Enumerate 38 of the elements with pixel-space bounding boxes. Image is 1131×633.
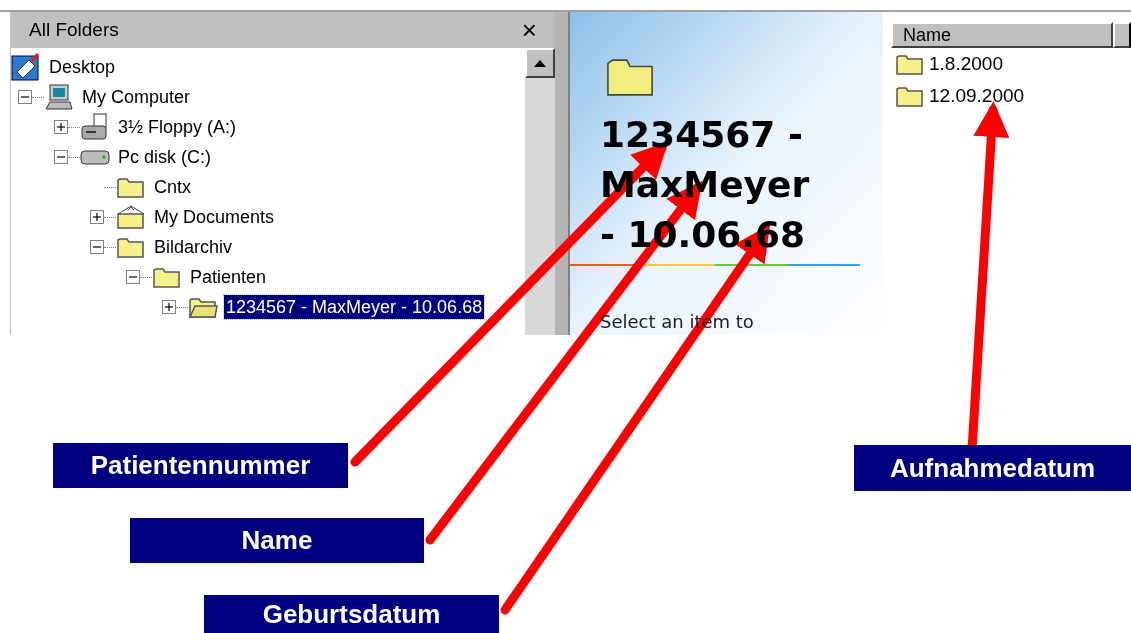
scrollbar[interactable] — [525, 48, 555, 335]
callout-label: Geburtsdatum — [204, 595, 499, 633]
folder-icon — [152, 265, 182, 289]
tree-item[interactable]: My Documents — [152, 205, 277, 229]
column-header[interactable]: Name — [891, 22, 1113, 48]
list-item[interactable]: 1.8.2000 — [929, 49, 1003, 79]
folder-icon — [116, 175, 146, 199]
folder-icon — [116, 235, 146, 259]
folder-icon — [895, 84, 925, 108]
pane-title: All Folders — [29, 17, 119, 42]
collapse-toggle[interactable] — [54, 150, 68, 164]
tree-item[interactable]: 3½ Floppy (A:) — [116, 115, 239, 139]
tree-item[interactable]: My Computer — [80, 85, 193, 109]
tree-item[interactable]: Pc disk (C:) — [116, 145, 213, 169]
floppy-drive-icon — [80, 113, 110, 141]
collapse-toggle[interactable] — [126, 270, 140, 284]
tree-item[interactable]: 1234567 - MaxMeyer - 10.06.68 — [224, 295, 485, 319]
expand-toggle[interactable] — [54, 120, 68, 134]
tree-item[interactable]: Desktop — [47, 55, 118, 79]
scroll-up-button[interactable] — [525, 48, 555, 78]
close-button[interactable]: × — [521, 17, 537, 43]
tree-item[interactable]: Cntx — [152, 175, 193, 199]
documents-folder-icon — [116, 204, 146, 230]
expand-toggle[interactable] — [162, 300, 176, 314]
callout-label: Aufnahmedatum — [854, 445, 1131, 491]
tree-item[interactable]: Bildarchiv — [152, 235, 235, 259]
column-header[interactable] — [1113, 22, 1131, 48]
callout-label: Name — [130, 518, 424, 563]
up-arrow-icon — [534, 59, 546, 67]
tree-item[interactable]: Patienten — [188, 265, 269, 289]
open-folder-icon — [188, 295, 218, 319]
collapse-toggle[interactable] — [18, 90, 32, 104]
collapse-toggle[interactable] — [90, 240, 104, 254]
expand-toggle[interactable] — [90, 210, 104, 224]
callout-label: Patientennummer — [53, 443, 348, 488]
list-item[interactable]: 12.09.2000 — [929, 81, 1025, 111]
folder-icon — [895, 52, 925, 76]
computer-icon — [44, 83, 74, 111]
